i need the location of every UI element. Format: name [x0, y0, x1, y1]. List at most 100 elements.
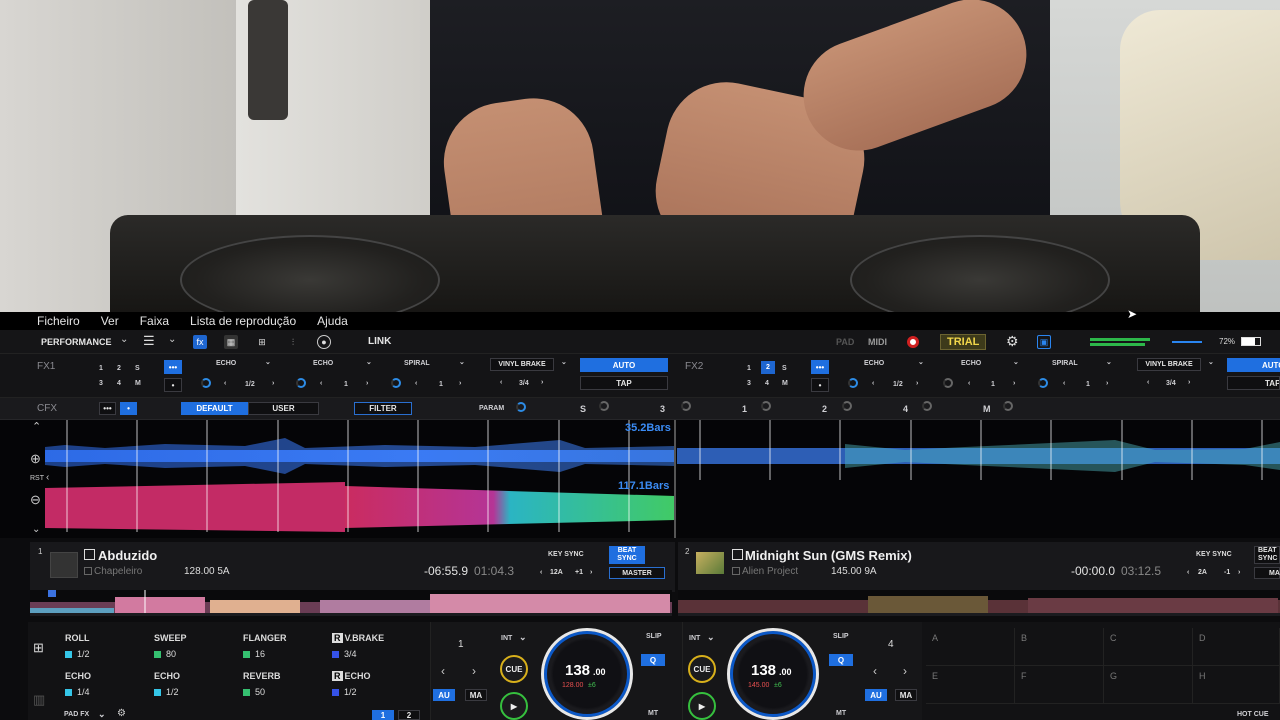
- chevron-down-icon[interactable]: ⌄: [98, 709, 106, 720]
- fx1-beat-3[interactable]: 3: [99, 380, 103, 387]
- cfx-mode-icon[interactable]: •: [120, 402, 137, 415]
- menu-ver[interactable]: Ver: [101, 314, 119, 328]
- chevron-down-icon[interactable]: ⌄: [459, 358, 465, 366]
- chevron-left-icon[interactable]: ‹: [540, 569, 542, 576]
- fx2-tap-button[interactable]: TAP: [1227, 376, 1280, 390]
- fx2-beat-m[interactable]: M: [782, 380, 788, 387]
- chevron-down-icon[interactable]: ⌄: [707, 632, 715, 643]
- deck2-mt-button[interactable]: MT: [836, 710, 846, 717]
- chevron-right-icon[interactable]: ›: [590, 569, 592, 576]
- volume-slider[interactable]: [1172, 341, 1202, 343]
- cfx-knob-m[interactable]: [1003, 401, 1013, 411]
- fx1-beat-4[interactable]: 4: [117, 380, 121, 387]
- deck2-int-label[interactable]: INT: [689, 635, 700, 642]
- pad-cell-3[interactable]: FLANGER 16: [243, 633, 287, 659]
- cfx-user-button[interactable]: USER: [248, 402, 319, 415]
- pad-list-icon[interactable]: ▥: [33, 692, 45, 708]
- chevron-right-icon[interactable]: ›: [1188, 379, 1190, 386]
- cfx-param-knob[interactable]: [516, 402, 526, 412]
- chevron-down-icon[interactable]: ⌄: [561, 358, 567, 366]
- chevron-left-icon[interactable]: ‹: [441, 664, 445, 678]
- gear-icon[interactable]: ⚙: [117, 708, 126, 719]
- pad-cell-6[interactable]: ECHO 1/2: [154, 671, 180, 697]
- chevron-down-icon[interactable]: ⌄: [1013, 358, 1019, 366]
- chevron-left-icon[interactable]: ‹: [415, 380, 417, 387]
- cfx-more-icon[interactable]: •••: [99, 402, 116, 415]
- deck1-au-button[interactable]: AU: [433, 689, 455, 701]
- fx1-beat-m[interactable]: M: [135, 380, 141, 387]
- deck2-check-icon[interactable]: [732, 549, 743, 560]
- waveform-area[interactable]: ⌃ ⊕ RST ‹ ⊖ ⌄ 35.2Bars 117.1Bars: [0, 420, 1280, 538]
- chevron-left-icon[interactable]: ‹: [1063, 380, 1065, 387]
- mixer-icon[interactable]: ⫶: [286, 335, 300, 349]
- deck2-slip-button[interactable]: SLIP: [833, 633, 849, 640]
- fx1-beat-s[interactable]: S: [135, 365, 140, 372]
- fx2-slot2-knob[interactable]: [943, 378, 953, 388]
- chevron-left-icon[interactable]: ‹: [872, 380, 874, 387]
- fx-panel-icon[interactable]: fx: [193, 335, 207, 349]
- chevron-right-icon[interactable]: ›: [1106, 380, 1108, 387]
- cfx-default-button[interactable]: DEFAULT: [181, 402, 248, 415]
- chevron-right-icon[interactable]: ›: [1238, 569, 1240, 576]
- fx1-slot1-name[interactable]: ECHO: [216, 360, 236, 367]
- fx2-vinyl-brake[interactable]: VINYL BRAKE: [1137, 358, 1201, 371]
- cfx-knob-2[interactable]: [842, 401, 852, 411]
- gear-icon[interactable]: ⚙: [1006, 333, 1019, 350]
- chevron-down-icon[interactable]: ⌄: [1208, 358, 1214, 366]
- fx2-slot1-knob[interactable]: [848, 378, 858, 388]
- chevron-down-icon[interactable]: ⌄: [32, 524, 40, 535]
- deck1-overview[interactable]: [30, 590, 672, 616]
- deck1-ma-button[interactable]: MA: [465, 689, 487, 701]
- menu-lista[interactable]: Lista de reprodução: [190, 314, 296, 328]
- deck1-int-label[interactable]: INT: [501, 635, 512, 642]
- fx1-slot2-name[interactable]: ECHO: [313, 360, 333, 367]
- pad-cell-5[interactable]: ECHO 1/4: [65, 671, 91, 697]
- chevron-right-icon[interactable]: ›: [459, 380, 461, 387]
- deck1-beat-sync[interactable]: BEAT SYNC: [609, 546, 645, 564]
- chevron-down-icon[interactable]: ⌄: [1106, 358, 1112, 366]
- chevron-left-icon[interactable]: ‹: [1187, 569, 1189, 576]
- menu-lines-icon[interactable]: ☰: [143, 333, 155, 349]
- fx1-beat-1[interactable]: 1: [99, 365, 103, 372]
- fx2-beat-1[interactable]: 1: [747, 365, 751, 372]
- fx2-beat-s[interactable]: S: [782, 365, 787, 372]
- pad-page-2[interactable]: 2: [398, 710, 420, 720]
- deck2-quantize-button[interactable]: Q: [829, 654, 853, 666]
- fx1-auto-button[interactable]: AUTO: [580, 358, 668, 372]
- chevron-down-icon[interactable]: ⌄: [265, 358, 271, 366]
- layout-select[interactable]: PERFORMANCE: [41, 337, 112, 347]
- chevron-right-icon[interactable]: ›: [472, 664, 476, 678]
- fx1-mode-icon[interactable]: •: [164, 378, 182, 392]
- midi-label[interactable]: MIDI: [868, 337, 887, 347]
- hot-cue-g[interactable]: G: [1104, 666, 1193, 704]
- deck2-master[interactable]: MA: [1254, 567, 1280, 579]
- chevron-down-icon[interactable]: ⌄: [918, 358, 924, 366]
- chevron-right-icon[interactable]: ›: [916, 380, 918, 387]
- pad-cell-8[interactable]: R ECHO 1/2: [332, 671, 371, 697]
- pad-cell-2[interactable]: SWEEP 80: [154, 633, 187, 659]
- chevron-right-icon[interactable]: ›: [1013, 380, 1015, 387]
- fx1-tap-button[interactable]: TAP: [580, 376, 668, 390]
- chevron-right-icon[interactable]: ›: [903, 664, 907, 678]
- cfx-filter-button[interactable]: FILTER: [354, 402, 412, 415]
- chevron-right-icon[interactable]: ›: [541, 379, 543, 386]
- pad-grid-icon[interactable]: ⊞: [33, 640, 44, 656]
- fx1-slot1-knob[interactable]: [201, 378, 211, 388]
- monitor-icon[interactable]: ▣: [1037, 335, 1051, 349]
- deck1-cue-button[interactable]: CUE: [500, 655, 528, 683]
- chevron-up-icon[interactable]: ⌃: [32, 420, 41, 433]
- chevron-down-icon[interactable]: ⌄: [120, 334, 128, 345]
- hot-cue-b[interactable]: B: [1015, 628, 1104, 666]
- pad-fx-label[interactable]: PAD FX: [64, 711, 89, 718]
- chevron-left-icon[interactable]: ‹: [968, 380, 970, 387]
- rst-button[interactable]: RST: [30, 475, 44, 482]
- cfx-knob-4[interactable]: [922, 401, 932, 411]
- fx2-auto-button[interactable]: AUTO: [1227, 358, 1280, 372]
- menu-faixa[interactable]: Faixa: [140, 314, 169, 328]
- chevron-left-icon[interactable]: ‹: [1147, 379, 1149, 386]
- cfx-knob-3[interactable]: [681, 401, 691, 411]
- chevron-left-icon[interactable]: ‹: [320, 380, 322, 387]
- hot-cue-a[interactable]: A: [926, 628, 1015, 666]
- deck2-cue-button[interactable]: CUE: [688, 655, 716, 683]
- zoom-in-icon[interactable]: ⊕: [30, 451, 41, 467]
